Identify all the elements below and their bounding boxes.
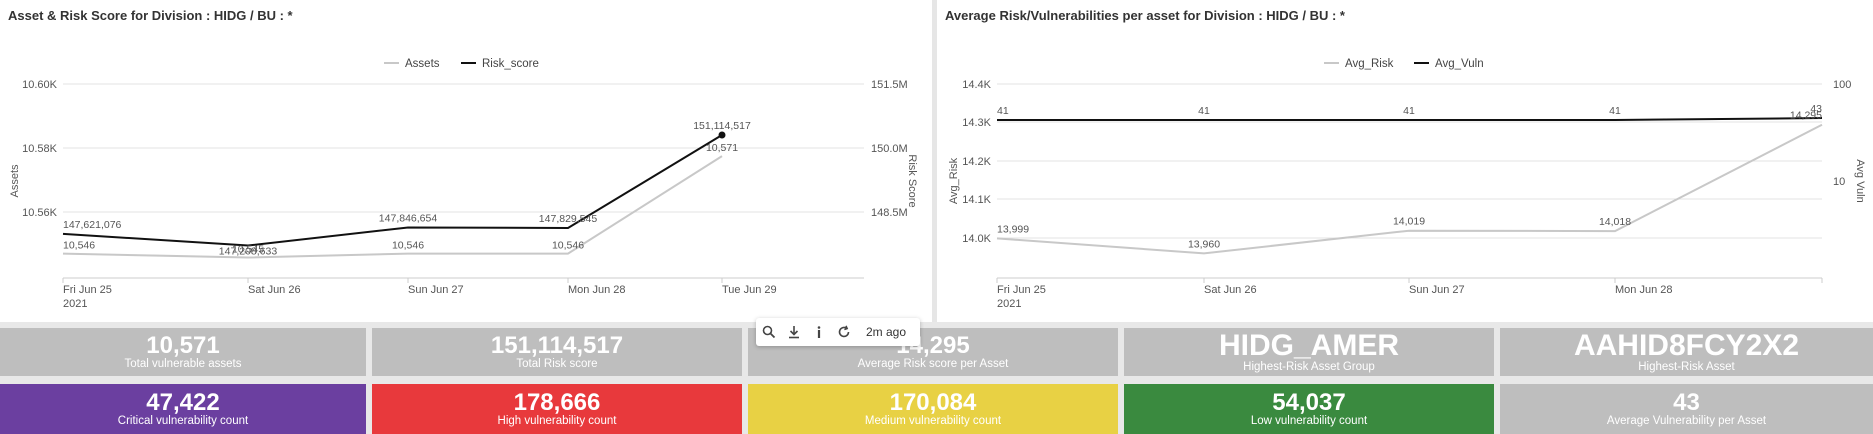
kpi-tiles: 10,571 Total vulnerable assets 151,114,5… bbox=[0, 322, 1873, 434]
tile-medium-vuln-count[interactable]: 170,084 Medium vulnerability count bbox=[748, 384, 1118, 434]
tile-total-risk-score[interactable]: 151,114,517 Total Risk score bbox=[372, 328, 742, 376]
tile-value: 47,422 bbox=[146, 388, 220, 416]
avg-risk-vuln-chart: 14.4K 14.3K 14.2K 14.1K 14.0K 100 10 Avg_Risk Av… bbox=[948, 58, 1866, 310]
series-line-risk-score bbox=[62, 134, 723, 247]
tile-average-vuln-per-asset[interactable]: 43 Average Vulnerability per Asset bbox=[1500, 384, 1873, 434]
tile-label: Total vulnerable assets bbox=[124, 357, 242, 370]
tile-value: 151,114,517 bbox=[490, 331, 624, 359]
panel-toolbar: 2m ago bbox=[756, 318, 920, 346]
y-left-tick-label: 10.60K bbox=[22, 79, 58, 91]
x-tick-label: Tue Jun 29 bbox=[722, 284, 777, 296]
legend-label-risk-score: Risk_score bbox=[482, 58, 539, 70]
y-left-axis-title: Avg_Risk bbox=[948, 157, 960, 204]
y-right-axis-title: Avg Vuln bbox=[1854, 159, 1866, 202]
data-label-risk-score: 151,114,517 bbox=[693, 120, 751, 132]
tile-value: 10,571 bbox=[146, 331, 220, 359]
y-left-axis-title: Assets bbox=[9, 164, 21, 198]
data-label-avg-risk: 14,019 bbox=[1393, 216, 1425, 228]
data-label-risk-score: 147,846,654 bbox=[379, 212, 438, 224]
refresh-icon[interactable] bbox=[831, 318, 856, 346]
tile-value: HIDG_AMER bbox=[1218, 328, 1399, 362]
tile-label: Average Risk score per Asset bbox=[857, 357, 1009, 370]
y-right-tick-label: 100 bbox=[1833, 79, 1851, 91]
x-tick-label: Mon Jun 28 bbox=[568, 284, 625, 296]
x-tick-label: Sun Jun 27 bbox=[408, 284, 464, 296]
tile-label: Total Risk score bbox=[516, 357, 598, 370]
data-label-avg-vuln: 41 bbox=[1609, 105, 1621, 117]
data-label-risk-score: 147,208,633 bbox=[219, 246, 278, 258]
legend-label-assets: Assets bbox=[405, 58, 440, 70]
data-label-avg-vuln: 43 bbox=[1810, 103, 1822, 115]
download-icon[interactable] bbox=[781, 318, 806, 346]
tile-label: Highest-Risk Asset bbox=[1638, 360, 1735, 373]
tile-value: AAHID8FCY2X2 bbox=[1573, 328, 1800, 362]
data-label-risk-score: 147,621,076 bbox=[63, 219, 122, 231]
data-label-risk-score: 147,829,545 bbox=[539, 213, 598, 225]
tile-label: Average Vulnerability per Asset bbox=[1606, 414, 1767, 427]
y-left-tick-label: 14.0K bbox=[962, 233, 991, 245]
x-year-label: 2021 bbox=[63, 298, 87, 310]
tile-total-vulnerable-assets[interactable]: 10,571 Total vulnerable assets bbox=[0, 328, 366, 376]
x-tick-label: Sat Jun 26 bbox=[1204, 284, 1257, 296]
avg-risk-vuln-panel: Average Risk/Vulnerabilities per asset f… bbox=[937, 0, 1873, 322]
tile-label: High vulnerability count bbox=[497, 414, 617, 427]
data-label-avg-risk: 13,999 bbox=[997, 223, 1029, 235]
tile-label: Highest-Risk Asset Group bbox=[1243, 360, 1375, 373]
tile-value: 43 bbox=[1673, 388, 1700, 416]
asset-risk-panel: Asset & Risk Score for Division : HIDG /… bbox=[0, 0, 932, 322]
data-point-risk-score bbox=[718, 131, 726, 139]
y-right-tick-label: 148.5M bbox=[871, 207, 908, 219]
data-label-avg-vuln: 41 bbox=[1198, 105, 1210, 117]
tile-low-vuln-count[interactable]: 54,037 Low vulnerability count bbox=[1124, 384, 1494, 434]
data-label-avg-vuln: 41 bbox=[997, 105, 1009, 117]
legend-label-avg-risk: Avg_Risk bbox=[1345, 58, 1394, 70]
y-left-tick-label: 10.56K bbox=[22, 207, 58, 219]
series-line-avg-vuln bbox=[997, 117, 1823, 121]
tile-label: Critical vulnerability count bbox=[117, 414, 249, 427]
y-right-axis-title: Risk Score bbox=[906, 154, 918, 207]
data-label-assets: 10,546 bbox=[63, 240, 95, 252]
tile-high-vuln-count[interactable]: 178,666 High vulnerability count bbox=[372, 384, 742, 434]
y-left-tick-label: 14.4K bbox=[962, 79, 991, 91]
tile-critical-vuln-count[interactable]: 47,422 Critical vulnerability count bbox=[0, 384, 366, 434]
x-tick-label: Mon Jun 28 bbox=[1615, 284, 1672, 296]
data-label-avg-risk: 13,960 bbox=[1188, 238, 1220, 250]
tile-value: 54,037 bbox=[1272, 388, 1346, 416]
y-right-tick-label: 150.0M bbox=[871, 143, 908, 155]
tile-label: Medium vulnerability count bbox=[864, 414, 1002, 427]
asset-risk-chart: 10.60K 10.58K 10.56K 151.5M 150.0M 148.5M Asse… bbox=[9, 58, 918, 310]
x-tick-label: Fri Jun 25 bbox=[997, 284, 1046, 296]
data-label-avg-vuln: 41 bbox=[1403, 105, 1415, 117]
legend-label-avg-vuln: Avg_Vuln bbox=[1435, 58, 1484, 70]
search-icon[interactable] bbox=[756, 318, 781, 346]
y-left-tick-label: 14.2K bbox=[962, 156, 991, 168]
tile-label: Low vulnerability count bbox=[1250, 414, 1368, 427]
tile-value: 178,666 bbox=[513, 388, 601, 416]
x-tick-label: Sat Jun 26 bbox=[248, 284, 301, 296]
data-label-assets: 10,571 bbox=[706, 142, 738, 154]
tile-value: 170,084 bbox=[889, 388, 977, 416]
tile-highest-risk-asset-group[interactable]: HIDG_AMER Highest-Risk Asset Group bbox=[1124, 328, 1494, 376]
x-tick-label: Sun Jun 27 bbox=[1409, 284, 1465, 296]
x-year-label: 2021 bbox=[997, 298, 1021, 310]
y-left-tick-label: 10.58K bbox=[22, 143, 58, 155]
tile-highest-risk-asset[interactable]: AAHID8FCY2X2 Highest-Risk Asset bbox=[1500, 328, 1873, 376]
y-right-tick-label: 151.5M bbox=[871, 79, 908, 91]
series-line-avg-risk bbox=[996, 123, 1823, 255]
data-label-assets: 10,546 bbox=[392, 240, 424, 252]
y-right-tick-label: 10 bbox=[1833, 176, 1845, 188]
y-left-tick-label: 14.1K bbox=[962, 194, 991, 206]
last-updated-time: 2m ago bbox=[866, 325, 907, 339]
y-left-tick-label: 14.3K bbox=[962, 117, 991, 129]
data-label-assets: 10,546 bbox=[552, 240, 584, 252]
x-tick-label: Fri Jun 25 bbox=[63, 284, 112, 296]
info-icon[interactable] bbox=[806, 318, 831, 346]
data-label-avg-risk: 14,018 bbox=[1599, 216, 1631, 228]
